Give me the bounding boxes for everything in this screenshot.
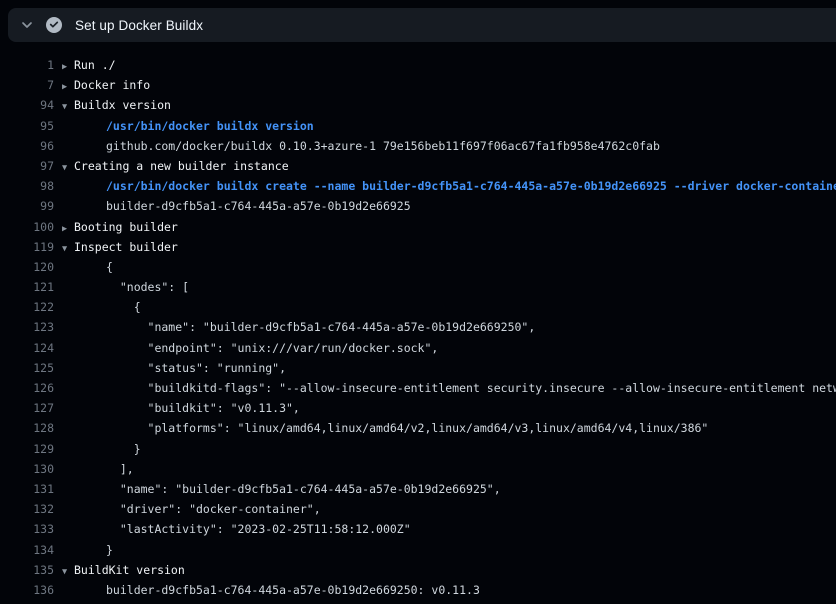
caret-down-icon[interactable]: ▼ xyxy=(62,158,74,178)
caret-down-icon[interactable]: ▼ xyxy=(62,97,74,117)
line-number[interactable]: 94 xyxy=(0,95,54,115)
log-row: 132 "driver": "docker-container", xyxy=(0,499,836,519)
line-number[interactable]: 126 xyxy=(0,378,54,398)
log-output-text: "name": "builder-d9cfb5a1-c764-445a-a57e… xyxy=(106,479,501,499)
log-row: 95/usr/bin/docker buildx version xyxy=(0,116,836,136)
log-group-row[interactable]: 119 ▼Inspect builder xyxy=(0,237,836,257)
log-group-title[interactable]: Inspect builder xyxy=(74,237,178,257)
log-row: 99 builder-d9cfb5a1-c764-445a-a57e-0b19d2… xyxy=(0,196,836,216)
step-header[interactable]: Set up Docker Buildx xyxy=(8,8,836,42)
line-number[interactable]: 122 xyxy=(0,297,54,317)
log-output-text: "platforms": "linux/amd64,linux/amd64/v2… xyxy=(106,418,708,438)
log-group-title[interactable]: Docker info xyxy=(74,75,150,95)
log-output-text: "nodes": [ xyxy=(106,277,189,297)
log-row: 130 ], xyxy=(0,459,836,479)
log-command-text: /usr/bin/docker buildx create --name bui… xyxy=(106,176,836,196)
log-output-text: } xyxy=(106,540,113,560)
log-group-title[interactable]: Run ./ xyxy=(74,55,116,75)
line-number[interactable]: 129 xyxy=(0,439,54,459)
log-row: 122 { xyxy=(0,297,836,317)
line-number[interactable]: 120 xyxy=(0,257,54,277)
log-group-row[interactable]: 1 ▶Run ./ xyxy=(0,55,836,75)
line-number[interactable]: 96 xyxy=(0,136,54,156)
log-command-text: /usr/bin/docker buildx version xyxy=(106,116,314,136)
log-output-text: ], xyxy=(106,459,134,479)
log-group-title[interactable]: BuildKit version xyxy=(74,560,185,580)
log-output-text: "buildkit": "v0.11.3", xyxy=(106,398,300,418)
log-viewer: 1▶Run ./7▶Docker info94▼Buildx version95… xyxy=(0,42,836,604)
log-row: 126 "buildkitd-flags": "--allow-insecure… xyxy=(0,378,836,398)
caret-right-icon[interactable]: ▶ xyxy=(62,57,74,77)
log-output-text: github.com/docker/buildx 0.10.3+azure-1 … xyxy=(106,136,660,156)
log-row: 124 "endpoint": "unix:///var/run/docker.… xyxy=(0,338,836,358)
line-number[interactable]: 100 xyxy=(0,217,54,237)
line-number[interactable]: 121 xyxy=(0,277,54,297)
log-output-text: "lastActivity": "2023-02-25T11:58:12.000… xyxy=(106,519,411,539)
line-number[interactable]: 1 xyxy=(0,55,54,75)
line-number[interactable]: 95 xyxy=(0,116,54,136)
line-number[interactable]: 125 xyxy=(0,358,54,378)
log-group-row[interactable]: 7 ▶Docker info xyxy=(0,75,836,95)
line-number[interactable]: 131 xyxy=(0,479,54,499)
caret-right-icon[interactable]: ▶ xyxy=(62,77,74,97)
log-row: 120 { xyxy=(0,257,836,277)
caret-right-icon[interactable]: ▶ xyxy=(62,219,74,239)
line-number[interactable]: 123 xyxy=(0,317,54,337)
log-row: 98/usr/bin/docker buildx create --name b… xyxy=(0,176,836,196)
log-row: 136 builder-d9cfb5a1-c764-445a-a57e-0b19d… xyxy=(0,580,836,600)
line-number[interactable]: 119 xyxy=(0,237,54,257)
line-number[interactable]: 97 xyxy=(0,156,54,176)
log-output-text: { xyxy=(106,257,113,277)
line-number[interactable]: 128 xyxy=(0,418,54,438)
step-title: Set up Docker Buildx xyxy=(75,18,203,33)
line-number[interactable]: 135 xyxy=(0,560,54,580)
log-group-row[interactable]: 97 ▼Creating a new builder instance xyxy=(0,156,836,176)
line-number[interactable]: 134 xyxy=(0,540,54,560)
caret-down-icon[interactable]: ▼ xyxy=(62,562,74,582)
log-row: 121 "nodes": [ xyxy=(0,277,836,297)
line-number[interactable]: 99 xyxy=(0,196,54,216)
log-group-title[interactable]: Creating a new builder instance xyxy=(74,156,289,176)
log-output-text: { xyxy=(106,297,141,317)
log-group-row[interactable]: 135 ▼BuildKit version xyxy=(0,560,836,580)
log-row: 131 "name": "builder-d9cfb5a1-c764-445a-… xyxy=(0,479,836,499)
log-row: 127 "buildkit": "v0.11.3", xyxy=(0,398,836,418)
log-output-text: builder-d9cfb5a1-c764-445a-a57e-0b19d2e6… xyxy=(106,196,411,216)
line-number[interactable]: 130 xyxy=(0,459,54,479)
log-row: 133 "lastActivity": "2023-02-25T11:58:12… xyxy=(0,519,836,539)
log-output-text: "status": "running", xyxy=(106,358,286,378)
chevron-down-icon[interactable] xyxy=(21,19,33,31)
check-circle-icon xyxy=(46,17,62,33)
log-group-row[interactable]: 100 ▶Booting builder xyxy=(0,217,836,237)
log-row: 134} xyxy=(0,540,836,560)
log-row: 96 github.com/docker/buildx 0.10.3+azure-… xyxy=(0,136,836,156)
log-group-title[interactable]: Booting builder xyxy=(74,217,178,237)
log-output-text: } xyxy=(106,439,141,459)
log-output-text: "endpoint": "unix:///var/run/docker.sock… xyxy=(106,338,438,358)
line-number[interactable]: 124 xyxy=(0,338,54,358)
line-number[interactable]: 133 xyxy=(0,519,54,539)
caret-down-icon[interactable]: ▼ xyxy=(62,239,74,259)
log-row: 129 } xyxy=(0,439,836,459)
line-number[interactable]: 136 xyxy=(0,580,54,600)
log-group-row[interactable]: 94 ▼Buildx version xyxy=(0,95,836,115)
log-row: 128 "platforms": "linux/amd64,linux/amd6… xyxy=(0,418,836,438)
log-group-title[interactable]: Buildx version xyxy=(74,95,171,115)
log-output-text: "driver": "docker-container", xyxy=(106,499,321,519)
line-number[interactable]: 98 xyxy=(0,176,54,196)
line-number[interactable]: 127 xyxy=(0,398,54,418)
log-output-text: builder-d9cfb5a1-c764-445a-a57e-0b19d2e6… xyxy=(106,580,480,600)
log-output-text: "buildkitd-flags": "--allow-insecure-ent… xyxy=(106,378,836,398)
line-number[interactable]: 7 xyxy=(0,75,54,95)
log-row: 125 "status": "running", xyxy=(0,358,836,378)
log-row: 123 "name": "builder-d9cfb5a1-c764-445a-… xyxy=(0,317,836,337)
log-output-text: "name": "builder-d9cfb5a1-c764-445a-a57e… xyxy=(106,317,535,337)
line-number[interactable]: 132 xyxy=(0,499,54,519)
